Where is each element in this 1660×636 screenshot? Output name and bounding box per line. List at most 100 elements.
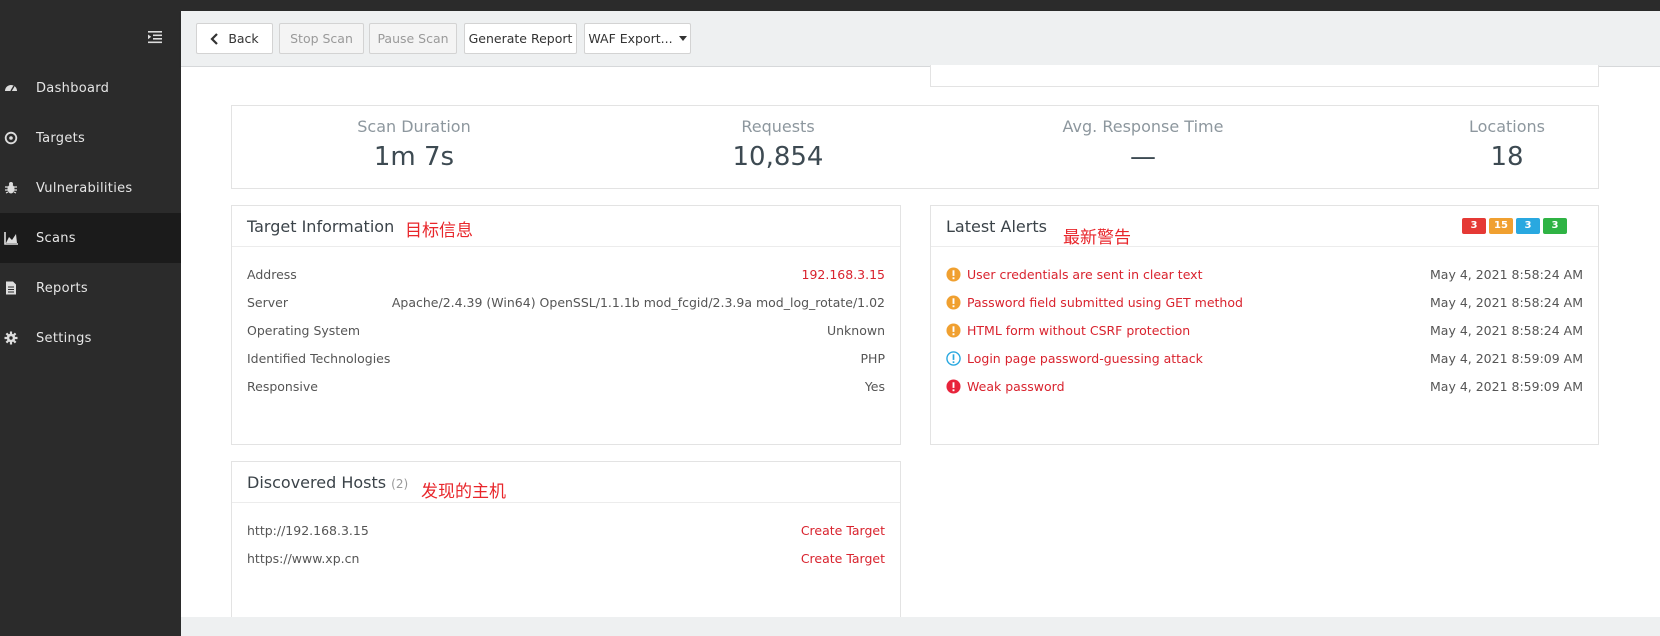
back-button-label: Back bbox=[228, 31, 259, 46]
alert-row: Weak password May 4, 2021 8:59:09 AM bbox=[946, 376, 1583, 396]
create-target-link[interactable]: Create Target bbox=[801, 551, 885, 566]
sidebar-item-vulnerabilities[interactable]: Vulnerabilities bbox=[0, 163, 181, 213]
info-value: 192.168.3.15 bbox=[801, 266, 886, 282]
badge-high-count[interactable]: 3 bbox=[1462, 218, 1486, 234]
alert-row: Login page password-guessing attack May … bbox=[946, 348, 1583, 368]
stat-label: Requests bbox=[741, 117, 815, 136]
sidebar-item-label: Targets bbox=[36, 130, 86, 146]
waf-export-dropdown[interactable]: WAF Export... bbox=[584, 23, 691, 54]
alert-link[interactable]: Weak password bbox=[967, 379, 1430, 394]
info-row-address: Address 192.168.3.15 bbox=[247, 264, 885, 284]
previous-panel bbox=[930, 65, 1599, 87]
stat-label: Avg. Response Time bbox=[1062, 117, 1224, 136]
sidebar-item-label: Dashboard bbox=[36, 80, 110, 96]
stat-value: 1m 7s bbox=[373, 142, 455, 172]
info-value: Yes bbox=[864, 378, 885, 394]
stat-value: 18 bbox=[1490, 142, 1524, 172]
pause-scan-button[interactable]: Pause Scan bbox=[369, 23, 457, 54]
sidebar-item-label: Settings bbox=[36, 330, 92, 346]
badge-medium-count[interactable]: 15 bbox=[1489, 218, 1513, 234]
medium-severity-icon bbox=[946, 266, 961, 282]
info-key: Address bbox=[247, 266, 297, 282]
sidebar: Dashboard Targets Vulnerabilities Scans … bbox=[0, 11, 181, 636]
alert-link[interactable]: Password field submitted using GET metho… bbox=[967, 295, 1430, 310]
gear-icon bbox=[4, 331, 18, 345]
alert-row: Password field submitted using GET metho… bbox=[946, 292, 1583, 312]
toolbar: Back Stop Scan Pause Scan Generate Repor… bbox=[181, 11, 1660, 67]
alert-link[interactable]: User credentials are sent in clear text bbox=[967, 267, 1430, 282]
alert-link[interactable]: HTML form without CSRF protection bbox=[967, 323, 1430, 338]
divider bbox=[931, 246, 1598, 247]
stop-scan-label: Stop Scan bbox=[290, 31, 353, 46]
medium-severity-icon bbox=[946, 322, 961, 338]
medium-severity-icon bbox=[946, 294, 961, 310]
stat-label: Scan Duration bbox=[357, 117, 471, 136]
create-target-link[interactable]: Create Target bbox=[801, 523, 885, 538]
stat-scan-duration: Scan Duration 1m 7s bbox=[232, 106, 596, 172]
panel-title-text: Discovered Hosts bbox=[247, 473, 387, 492]
host-row: https://www.xp.cn Create Target bbox=[247, 548, 885, 568]
annotation-text: 发现的主机 bbox=[421, 482, 506, 502]
badge-info-count[interactable]: 3 bbox=[1543, 218, 1567, 234]
generate-report-button[interactable]: Generate Report bbox=[464, 23, 577, 54]
sidebar-item-label: Vulnerabilities bbox=[36, 180, 133, 196]
host-url: http://192.168.3.15 bbox=[247, 522, 369, 538]
host-url: https://www.xp.cn bbox=[247, 550, 360, 566]
dashboard-icon bbox=[5, 85, 17, 92]
stat-value: 10,854 bbox=[732, 142, 824, 172]
sidebar-item-dashboard[interactable]: Dashboard bbox=[0, 63, 181, 113]
menu-toggle-icon[interactable] bbox=[148, 30, 162, 44]
stat-avg-response-time: Avg. Response Time — bbox=[961, 106, 1325, 172]
alert-link[interactable]: Login page password-guessing attack bbox=[967, 351, 1430, 366]
high-severity-icon bbox=[946, 378, 961, 394]
sidebar-item-targets[interactable]: Targets bbox=[0, 113, 181, 163]
alert-time: May 4, 2021 8:58:24 AM bbox=[1430, 322, 1583, 338]
info-row-server: Server Apache/2.4.39 (Win64) OpenSSL/1.1… bbox=[247, 292, 885, 312]
info-key: Server bbox=[247, 294, 288, 310]
hosts-count: (2) bbox=[391, 477, 409, 491]
alert-row: HTML form without CSRF protection May 4,… bbox=[946, 320, 1583, 340]
divider bbox=[232, 246, 900, 247]
info-value: Unknown bbox=[826, 322, 885, 338]
top-bar bbox=[0, 0, 1660, 11]
info-row-technologies: Identified Technologies PHP bbox=[247, 348, 885, 368]
back-button[interactable]: Back bbox=[196, 23, 273, 54]
stop-scan-button[interactable]: Stop Scan bbox=[279, 23, 364, 54]
annotation-text: 最新警告 bbox=[1063, 228, 1131, 248]
bottom-strip bbox=[181, 617, 1660, 636]
stat-label: Locations bbox=[1468, 117, 1545, 136]
alert-time: May 4, 2021 8:59:09 AM bbox=[1430, 378, 1583, 394]
chevron-left-icon bbox=[210, 32, 219, 45]
pause-scan-label: Pause Scan bbox=[377, 31, 449, 46]
alert-time: May 4, 2021 8:59:09 AM bbox=[1430, 350, 1583, 366]
info-value: Apache/2.4.39 (Win64) OpenSSL/1.1.1b mod… bbox=[391, 294, 885, 310]
chart-icon bbox=[4, 232, 18, 245]
sidebar-item-label: Scans bbox=[36, 230, 76, 246]
info-key: Operating System bbox=[247, 322, 361, 338]
host-row: http://192.168.3.15 Create Target bbox=[247, 520, 885, 540]
alert-row: User credentials are sent in clear text … bbox=[946, 264, 1583, 284]
info-key: Responsive bbox=[247, 378, 318, 394]
target-information-panel: Target Information 目标信息 Address 192.168.… bbox=[231, 205, 901, 445]
stat-locations: Locations 18 bbox=[1325, 106, 1660, 172]
info-value: PHP bbox=[860, 350, 885, 366]
report-icon bbox=[6, 281, 16, 295]
latest-alerts-panel: Latest Alerts 最新警告 3 15 3 3 User credent… bbox=[930, 205, 1599, 445]
sidebar-item-settings[interactable]: Settings bbox=[0, 313, 181, 363]
sidebar-item-reports[interactable]: Reports bbox=[0, 263, 181, 313]
scan-stats-panel: Scan Duration 1m 7s Requests 10,854 Avg.… bbox=[231, 105, 1599, 189]
stat-requests: Requests 10,854 bbox=[596, 106, 960, 172]
waf-export-label: WAF Export... bbox=[588, 31, 673, 46]
alert-time: May 4, 2021 8:58:24 AM bbox=[1430, 294, 1583, 310]
panel-title: Target Information bbox=[247, 217, 395, 236]
panel-title: Latest Alerts bbox=[946, 217, 1047, 236]
sidebar-item-scans[interactable]: Scans bbox=[0, 213, 181, 263]
divider bbox=[232, 502, 900, 503]
caret-down-icon bbox=[678, 36, 687, 41]
badge-low-count[interactable]: 3 bbox=[1516, 218, 1540, 234]
low-severity-icon bbox=[946, 350, 961, 366]
bug-icon bbox=[5, 182, 17, 194]
annotation-text: 目标信息 bbox=[405, 221, 473, 241]
stat-value: — bbox=[1130, 142, 1156, 172]
info-row-os: Operating System Unknown bbox=[247, 320, 885, 340]
